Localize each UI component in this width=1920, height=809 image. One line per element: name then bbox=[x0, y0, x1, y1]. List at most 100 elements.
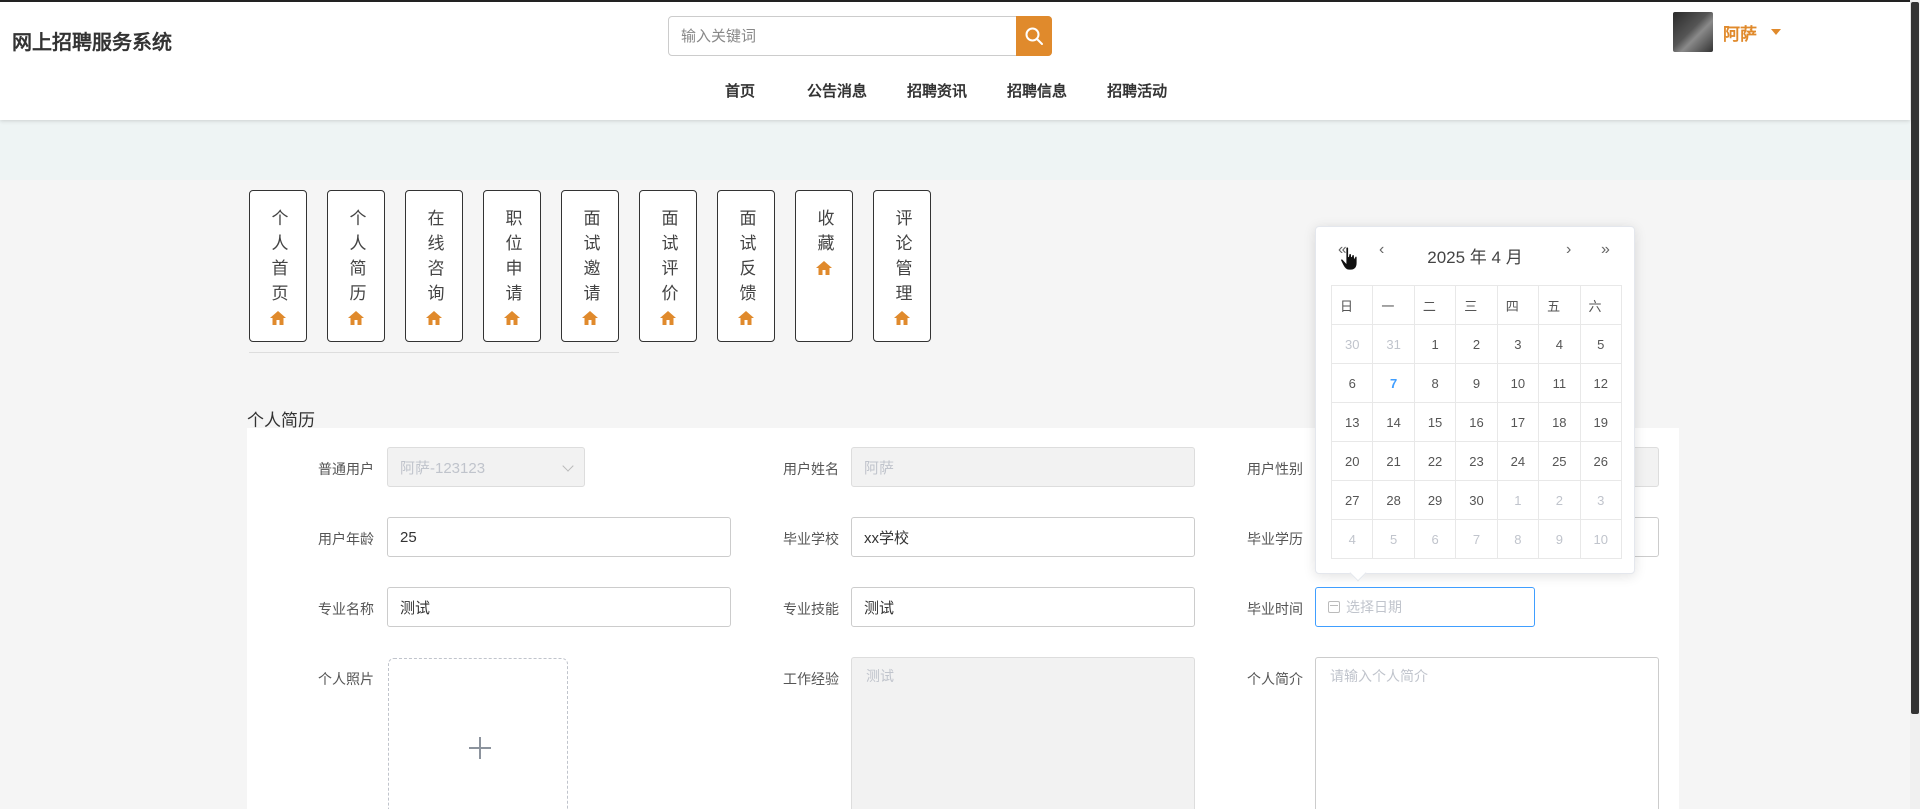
skill-field[interactable]: 测试 bbox=[851, 587, 1195, 627]
calendar-day[interactable]: 18 bbox=[1538, 402, 1581, 442]
calendar-day[interactable]: 8 bbox=[1413, 363, 1457, 403]
grad-time-label: 毕业时间 bbox=[1247, 601, 1303, 617]
menu-card[interactable]: 评论管理 bbox=[873, 190, 931, 342]
user-name[interactable]: 阿萨 bbox=[1723, 20, 1757, 45]
scrollbar-thumb[interactable] bbox=[1911, 2, 1919, 714]
skill-label: 专业技能 bbox=[783, 601, 839, 617]
calendar-day[interactable]: 19 bbox=[1579, 402, 1623, 442]
calendar-day[interactable]: 5 bbox=[1372, 519, 1415, 559]
calendar-day[interactable]: 4 bbox=[1538, 324, 1581, 364]
calendar-day[interactable]: 9 bbox=[1455, 363, 1498, 403]
school-value: xx学校 bbox=[864, 529, 910, 547]
nav-recruit-info[interactable]: 招聘信息 bbox=[1007, 80, 1067, 101]
house-icon bbox=[270, 311, 286, 325]
menu-card[interactable]: 面试邀请 bbox=[561, 190, 619, 342]
major-field[interactable]: 测试 bbox=[387, 587, 731, 627]
weekday-header: 四 bbox=[1496, 285, 1540, 325]
calendar-day[interactable]: 3 bbox=[1496, 324, 1540, 364]
calendar-day[interactable]: 4 bbox=[1330, 519, 1374, 559]
menu-card[interactable]: 职位申请 bbox=[483, 190, 541, 342]
house-icon bbox=[426, 311, 442, 325]
date-picker-header: « ‹ 2025 年 4 月 › » bbox=[1316, 241, 1634, 267]
calendar-day[interactable]: 24 bbox=[1496, 441, 1540, 481]
major-label: 专业名称 bbox=[318, 601, 374, 617]
calendar-day[interactable]: 15 bbox=[1413, 402, 1457, 442]
calendar-day[interactable]: 29 bbox=[1413, 480, 1457, 520]
nav-recruit-events[interactable]: 招聘活动 bbox=[1107, 80, 1167, 101]
menu-card[interactable]: 在线咨询 bbox=[405, 190, 463, 342]
menu-card[interactable]: 个人简历 bbox=[327, 190, 385, 342]
photo-upload[interactable] bbox=[388, 658, 568, 809]
name-value: 阿萨 bbox=[864, 459, 895, 477]
avatar[interactable] bbox=[1673, 12, 1713, 52]
house-icon bbox=[816, 261, 832, 275]
date-picker-popup: « ‹ 2025 年 4 月 › » 日一二三四五六 30 31 1 2 3 4 5 6 7 8 9… bbox=[1315, 226, 1635, 582]
calendar-day[interactable]: 27 bbox=[1330, 480, 1374, 520]
age-field[interactable]: 25 bbox=[387, 517, 731, 557]
menu-card-label: 面试反馈 bbox=[736, 209, 756, 309]
calendar-day[interactable]: 16 bbox=[1455, 402, 1498, 442]
main-nav: 首页 公告消息 招聘资讯 招聘信息 招聘活动 bbox=[725, 80, 1207, 101]
calendar-day[interactable]: 12 bbox=[1579, 363, 1623, 403]
nav-announcements[interactable]: 公告消息 bbox=[807, 80, 867, 101]
calendar-day[interactable]: 14 bbox=[1372, 402, 1415, 442]
next-month-icon[interactable]: › bbox=[1566, 241, 1571, 259]
photo-label: 个人照片 bbox=[318, 671, 374, 687]
page-scrollbar[interactable] bbox=[1910, 0, 1920, 809]
calendar-day[interactable]: 6 bbox=[1413, 519, 1457, 559]
menu-card-label: 职位申请 bbox=[502, 209, 522, 309]
calendar-day[interactable]: 3 bbox=[1579, 480, 1623, 520]
menu-card-label: 在线咨询 bbox=[424, 209, 444, 309]
calendar-day[interactable]: 11 bbox=[1538, 363, 1581, 403]
search-input[interactable] bbox=[669, 17, 1017, 55]
weekday-header: 一 bbox=[1372, 285, 1415, 325]
calendar-day[interactable]: 10 bbox=[1496, 363, 1540, 403]
calendar-day[interactable]: 22 bbox=[1413, 441, 1457, 481]
calendar-day[interactable]: 5 bbox=[1579, 324, 1623, 364]
school-field[interactable]: xx学校 bbox=[851, 517, 1195, 557]
calendar-day[interactable]: 10 bbox=[1579, 519, 1623, 559]
calendar-day[interactable]: 2 bbox=[1455, 324, 1498, 364]
nav-recruit-news[interactable]: 招聘资讯 bbox=[907, 80, 967, 101]
calendar-day[interactable]: 20 bbox=[1330, 441, 1374, 481]
nav-home[interactable]: 首页 bbox=[725, 80, 755, 101]
search-button[interactable] bbox=[1016, 16, 1052, 56]
age-value: 25 bbox=[400, 528, 417, 546]
calendar-day[interactable]: 1 bbox=[1496, 480, 1540, 520]
calendar-day[interactable]: 8 bbox=[1496, 519, 1540, 559]
menu-card[interactable]: 面试评价 bbox=[639, 190, 697, 342]
next-year-icon[interactable]: » bbox=[1601, 241, 1610, 259]
menu-card-label: 收藏 bbox=[814, 209, 834, 259]
intro-textarea[interactable]: 请输入个人简介 bbox=[1315, 657, 1659, 809]
calendar-day[interactable]: 28 bbox=[1372, 480, 1415, 520]
calendar-day[interactable]: 2 bbox=[1538, 480, 1581, 520]
menu-card[interactable]: 收藏 bbox=[795, 190, 853, 342]
menu-card-label: 面试评价 bbox=[658, 209, 678, 309]
calendar-day[interactable]: 7 bbox=[1455, 519, 1498, 559]
calendar-day[interactable]: 17 bbox=[1496, 402, 1540, 442]
menu-card-label: 个人简历 bbox=[346, 209, 366, 309]
grad-time-picker[interactable]: 选择日期 bbox=[1315, 587, 1535, 627]
weekday-header: 二 bbox=[1413, 285, 1457, 325]
menu-card[interactable]: 个人首页 bbox=[249, 190, 307, 342]
major-value: 测试 bbox=[400, 599, 431, 617]
user-menu[interactable]: 阿萨 bbox=[1673, 10, 1781, 54]
menu-divider bbox=[249, 352, 619, 353]
calendar-day[interactable]: 6 bbox=[1330, 363, 1374, 403]
calendar-day[interactable]: 26 bbox=[1579, 441, 1623, 481]
calendar-day[interactable]: 13 bbox=[1330, 402, 1374, 442]
calendar-grid: 日一二三四五六 30 31 1 2 3 4 5 6 7 8 9 10 11 12 13 14 15 16 17 18 1… bbox=[1330, 285, 1623, 559]
calendar-day[interactable]: 25 bbox=[1538, 441, 1581, 481]
caret-down-icon[interactable] bbox=[1771, 29, 1781, 35]
calendar-day[interactable]: 1 bbox=[1413, 324, 1457, 364]
calendar-day[interactable]: 23 bbox=[1455, 441, 1498, 481]
calendar-day[interactable]: 31 bbox=[1372, 324, 1415, 364]
calendar-day[interactable]: 30 bbox=[1455, 480, 1498, 520]
menu-card[interactable]: 面试反馈 bbox=[717, 190, 775, 342]
calendar-day[interactable]: 9 bbox=[1538, 519, 1581, 559]
calendar-day[interactable]: 21 bbox=[1372, 441, 1415, 481]
calendar-day[interactable]: 30 bbox=[1330, 324, 1374, 364]
name-field: 阿萨 bbox=[851, 447, 1195, 487]
weekday-header: 日 bbox=[1330, 285, 1374, 325]
calendar-day-today[interactable]: 7 bbox=[1372, 363, 1415, 403]
